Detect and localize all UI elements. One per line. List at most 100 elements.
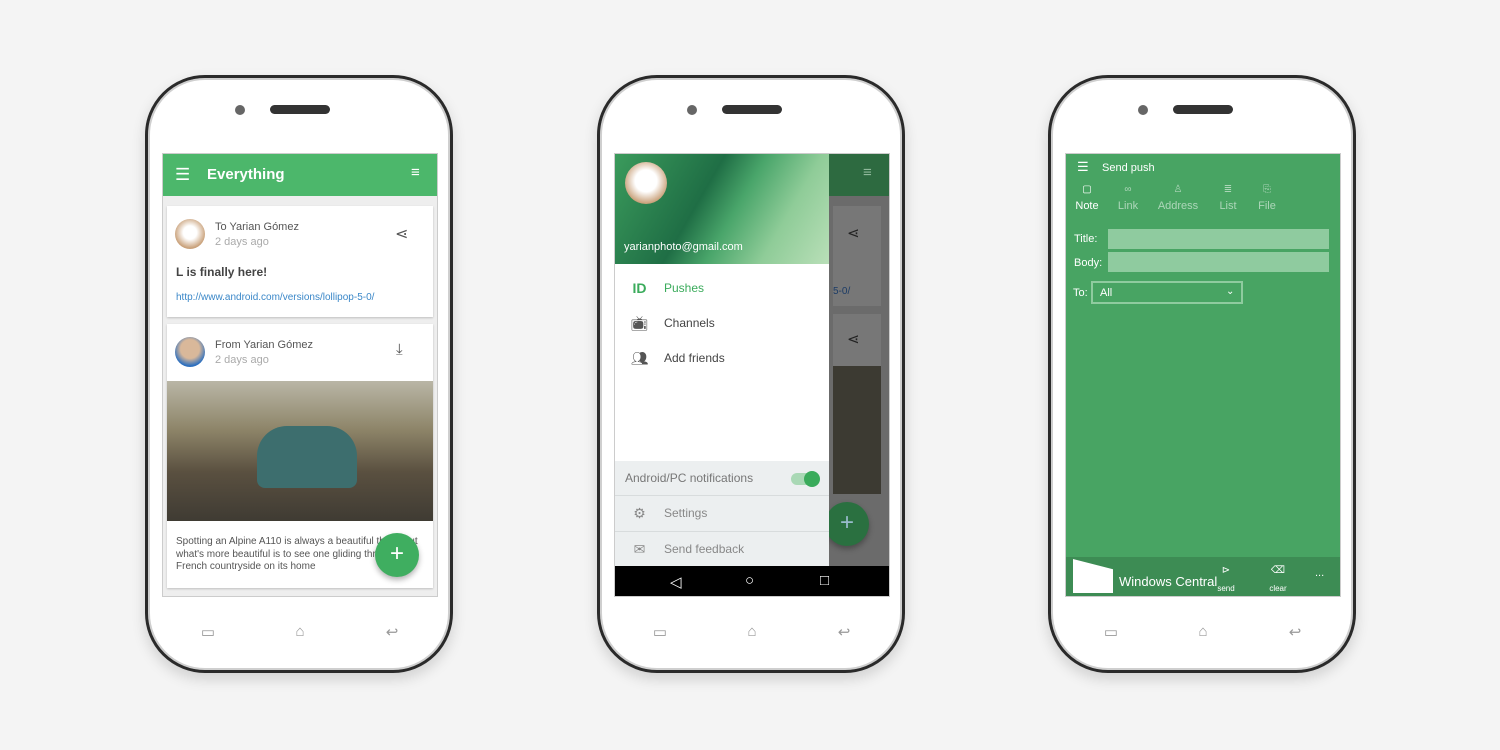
tab-label: File (1258, 200, 1276, 212)
push-link[interactable]: http://www.android.com/versions/lollipop… (176, 292, 374, 303)
people-icon: 👥︎ (630, 349, 649, 366)
tab-label: List (1219, 200, 1237, 212)
hamburger-icon[interactable]: ☰ (1077, 159, 1089, 175)
clear-button[interactable]: ⌫ clear (1260, 565, 1296, 593)
link-icon: ∞ (1124, 184, 1132, 195)
body-input[interactable] (1108, 252, 1329, 272)
push-card[interactable]: To Yarian Gómez 2 days ago ⋖ L is finall… (167, 206, 433, 317)
item-label: Settings (664, 506, 708, 520)
push-title: L is finally here! (176, 265, 268, 279)
gear-icon: ⚙ (633, 504, 646, 521)
sender-name: To Yarian Gómez (215, 221, 299, 233)
chevron-down-icon: ⌄ (1226, 286, 1235, 297)
sender-name: From Yarian Gómez (215, 339, 314, 351)
drawer-item-settings[interactable]: ⚙ Settings (615, 496, 829, 530)
drawer-header: yarianphoto@gmail.com (615, 154, 829, 264)
drawer-item-pushes[interactable]: ID Pushes (615, 271, 829, 305)
to-dropdown[interactable]: All ⌄ (1091, 281, 1243, 304)
camera (235, 105, 245, 115)
home-key[interactable]: ⌂ (740, 623, 764, 640)
tab-label: Link (1117, 200, 1139, 212)
android-drawer-screen: ≡ ⋖ 5-0/ ⋖ + yarianphoto@gmail.com ID Pus… (614, 153, 890, 597)
page-title: Everything (207, 166, 285, 183)
home-key[interactable]: ⌂ (1191, 623, 1215, 640)
backspace-icon: ⌫ (1270, 565, 1286, 576)
tab-file[interactable]: ⎘ File (1243, 184, 1291, 212)
hamburger-icon[interactable]: ☰ (175, 165, 190, 185)
file-icon: ⎘ (1263, 184, 1271, 195)
android-feed-screen: ☰ Everything ≡ To Yarian Gómez 2 days ag… (162, 153, 438, 597)
filter-icon: ≡ (863, 164, 872, 181)
add-push-fab[interactable]: + (375, 533, 419, 577)
item-label: Send feedback (664, 542, 745, 556)
back-icon[interactable]: ◁ (670, 573, 682, 591)
filter-icon[interactable]: ≡ (411, 164, 420, 181)
avatar (175, 337, 205, 367)
tab-label: Note (1075, 200, 1099, 212)
tab-label: Address (1157, 200, 1199, 212)
account-email: yarianphoto@gmail.com (624, 241, 743, 253)
address-icon: ♙ (1173, 184, 1183, 195)
mail-icon: ✉ (633, 540, 646, 557)
home-key[interactable]: ⌂ (288, 623, 312, 640)
app-bar: Windows Central ⊳ send ⌫ clear ... (1066, 557, 1340, 596)
to-label: To: (1073, 287, 1088, 299)
send-button[interactable]: ⊳ send (1208, 565, 1244, 593)
avatar (175, 219, 205, 249)
windows-central-logo (1073, 559, 1113, 593)
back-key[interactable]: ↩ (1283, 623, 1307, 641)
dimmed-fab: + (825, 502, 869, 546)
back-key[interactable]: ↩ (380, 623, 404, 641)
avatar[interactable] (625, 162, 667, 204)
watermark: Windows Central (1119, 574, 1218, 589)
download-icon[interactable]: ⤓ (396, 341, 403, 358)
recent-apps-key[interactable]: ▭ (648, 623, 672, 641)
drawer-item-send-feedback[interactable]: ✉ Send feedback (615, 532, 829, 566)
dimmed-card: ⋖ (833, 314, 881, 494)
timestamp: 2 days ago (215, 236, 269, 248)
car-photo (167, 381, 433, 521)
recents-icon[interactable]: □ (820, 572, 829, 589)
item-label: Channels (664, 316, 715, 330)
speaker (722, 105, 782, 114)
home-icon[interactable]: ○ (745, 572, 754, 589)
speaker (270, 105, 330, 114)
windows-send-push-screen: ☰ Send push ▢ Note ∞ Link ♙ Address ≣ List ⎘… (1065, 153, 1341, 597)
drawer-item-channels[interactable]: 📺︎ Channels (615, 306, 829, 340)
pushbullet-icon: ID (632, 280, 647, 296)
notifications-toggle[interactable] (791, 471, 820, 487)
send-icon: ⊳ (1221, 565, 1231, 576)
send-label: send (1217, 584, 1235, 593)
title-input[interactable] (1108, 229, 1329, 249)
speaker (1173, 105, 1233, 114)
phone-3: ☰ Send push ▢ Note ∞ Link ♙ Address ≣ List ⎘… (1048, 75, 1356, 673)
share-icon: ⋖ (847, 225, 860, 242)
title-label: Title: (1074, 233, 1098, 245)
dimmed-link: 5-0/ (833, 286, 851, 297)
drawer-footer: Android/PC notifications ⚙ Settings ✉ Send… (615, 461, 829, 566)
drawer-item-add-friends[interactable]: 👥︎ Add friends (615, 341, 829, 375)
share-icon: ⋖ (847, 331, 860, 348)
tab-link[interactable]: ∞ Link (1104, 184, 1152, 212)
phone-2: ≡ ⋖ 5-0/ ⋖ + yarianphoto@gmail.com ID Pus… (597, 75, 905, 673)
page-title: Send push (1102, 162, 1155, 174)
system-nav-bar: ◁ ○ □ (615, 566, 889, 596)
navigation-drawer: yarianphoto@gmail.com ID Pushes 📺︎ Channel… (615, 154, 829, 566)
to-value: All (1100, 287, 1113, 299)
timestamp: 2 days ago (215, 354, 269, 366)
app-header: ☰ Everything ≡ (163, 154, 437, 196)
back-key[interactable]: ↩ (832, 623, 856, 641)
tab-address[interactable]: ♙ Address (1154, 184, 1202, 212)
more-button[interactable]: ... (1315, 567, 1324, 579)
recent-apps-key[interactable]: ▭ (1099, 623, 1123, 641)
item-label: Add friends (664, 351, 725, 365)
item-label: Pushes (664, 281, 705, 295)
recent-apps-key[interactable]: ▭ (196, 623, 220, 641)
tv-icon: 📺︎ (630, 314, 649, 331)
clear-label: clear (1269, 584, 1287, 593)
camera (1138, 105, 1148, 115)
camera (687, 105, 697, 115)
body-label: Body: (1074, 257, 1103, 269)
notifications-label: Android/PC notifications (625, 471, 754, 485)
share-icon[interactable]: ⋖ (395, 224, 408, 244)
